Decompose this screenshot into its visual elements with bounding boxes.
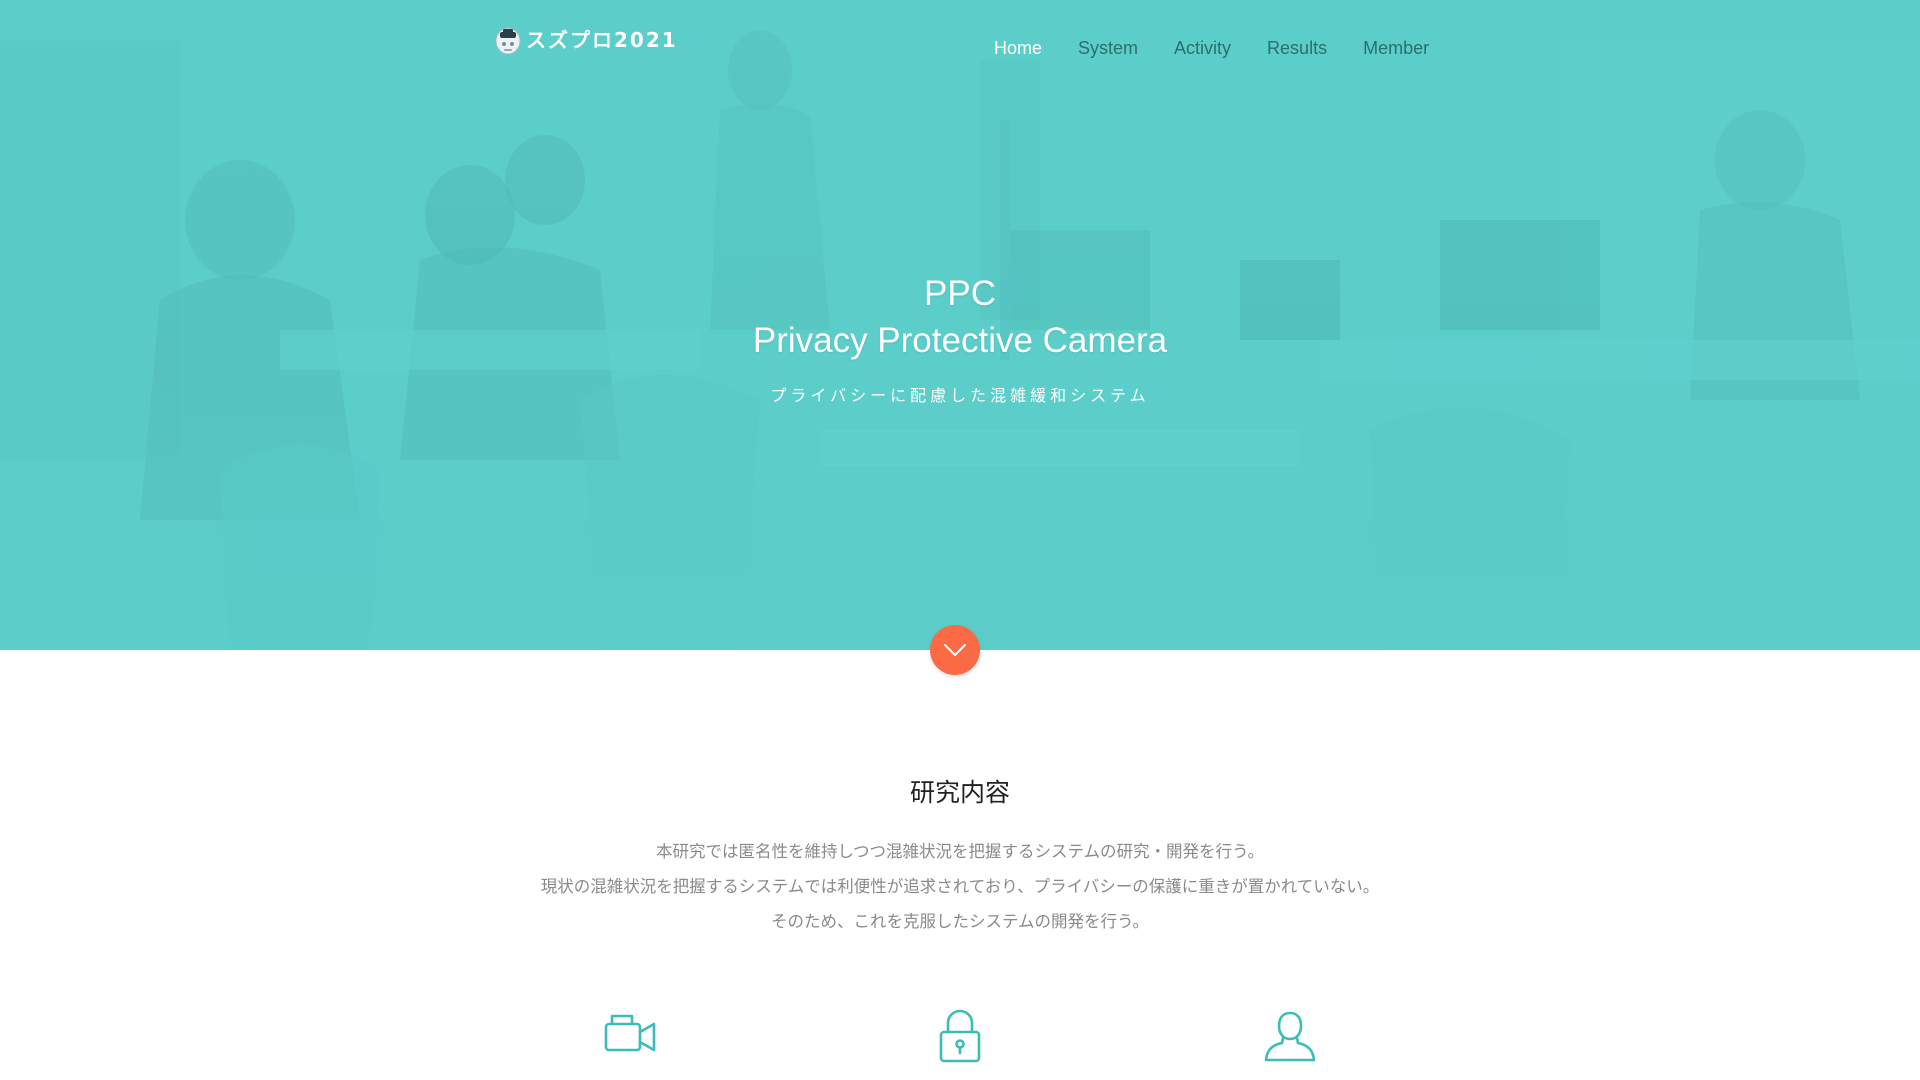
hero-title-full: Privacy Protective Camera: [752, 321, 1168, 360]
logo-text: スズプロ2021: [526, 28, 678, 52]
robot-camera-logo-icon: [495, 27, 521, 55]
research-description-line: 本研究では匿名性を維持しつつ混雑状況を把握するシステムの研究・開発を行う。: [655, 842, 1265, 861]
lock-icon: [939, 1009, 981, 1063]
nav-item-home[interactable]: Home: [994, 34, 1042, 62]
site-logo[interactable]: スズプロ2021: [494, 24, 678, 56]
site-header: スズプロ2021 Home System Activity Results Me…: [0, 0, 1920, 100]
scroll-down-button[interactable]: [930, 625, 980, 675]
research-description-line: そのため、これを克服したシステムの開発を行う。: [770, 912, 1149, 931]
research-description: 本研究では匿名性を維持しつつ混雑状況を把握するシステムの研究・開発を行う。 現状…: [0, 834, 1920, 939]
nav-item-activity[interactable]: Activity: [1174, 34, 1231, 62]
research-section-title: 研究内容: [909, 778, 1010, 807]
nav-item-member[interactable]: Member: [1363, 34, 1429, 62]
research-description-line: 現状の混雑状況を把握するシステムでは利便性が追求されており、プライバシーの保護に…: [540, 877, 1380, 896]
nav-item-system[interactable]: System: [1078, 34, 1138, 62]
video-camera-icon: [604, 1014, 656, 1052]
hero-section: スズプロ2021 Home System Activity Results Me…: [0, 0, 1920, 650]
hero-subtitle: プライバシーに配慮した混雑緩和システム: [770, 386, 1150, 405]
main-nav: Home System Activity Results Member: [994, 34, 1429, 62]
nav-item-results[interactable]: Results: [1267, 34, 1327, 62]
hero-title-acronym: PPC: [924, 274, 996, 313]
user-icon: [1264, 1011, 1316, 1062]
chevron-down-icon: [944, 644, 966, 656]
